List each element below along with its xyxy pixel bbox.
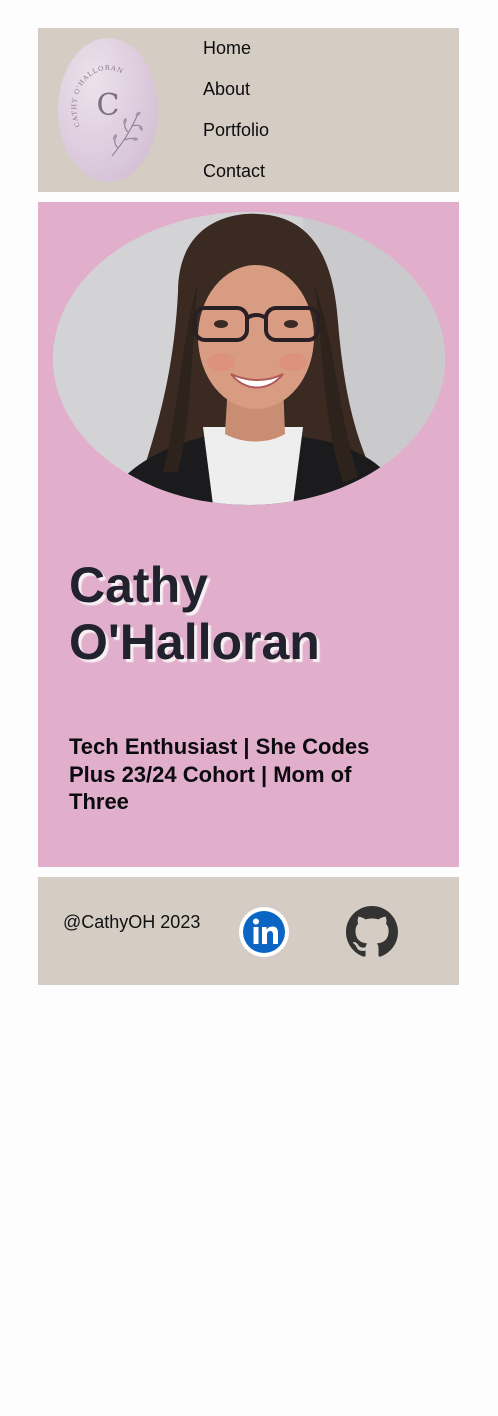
nav-item-home[interactable]: Home <box>203 28 269 69</box>
hero-name-first: Cathy <box>69 557 208 613</box>
portrait-illustration <box>53 212 445 505</box>
hero-section: Cathy O'Halloran Tech Enthusiast | She C… <box>38 202 459 867</box>
hero-name-last: O'Halloran <box>69 614 320 670</box>
logo-letter: C <box>96 88 120 123</box>
monogram-logo[interactable]: CATHY O'HALLORAN C <box>58 38 158 182</box>
nav-item-contact[interactable]: Contact <box>203 151 269 192</box>
page: CATHY O'HALLORAN C Home About Portfolio … <box>0 0 498 1416</box>
nav-item-portfolio[interactable]: Portfolio <box>203 110 269 151</box>
nav-item-about[interactable]: About <box>203 69 269 110</box>
hero-name: Cathy O'Halloran <box>69 557 429 671</box>
site-header: CATHY O'HALLORAN C Home About Portfolio … <box>38 28 459 192</box>
profile-photo <box>53 212 445 505</box>
nav-list-item: About <box>203 69 269 110</box>
nav-list-item: Contact <box>203 151 269 192</box>
github-link[interactable] <box>346 906 398 958</box>
nav-list-item: Home <box>203 28 269 69</box>
site-footer: @CathyOH 2023 <box>38 877 459 985</box>
linkedin-link[interactable] <box>238 906 290 958</box>
main-nav: Home About Portfolio Contact <box>203 28 269 192</box>
hero-tagline: Tech Enthusiast | She Codes Plus 23/24 C… <box>69 734 370 814</box>
github-icon <box>346 906 398 957</box>
nav-list-item: Portfolio <box>203 110 269 151</box>
linkedin-icon <box>239 907 289 957</box>
copyright-text: @CathyOH 2023 <box>63 912 201 932</box>
